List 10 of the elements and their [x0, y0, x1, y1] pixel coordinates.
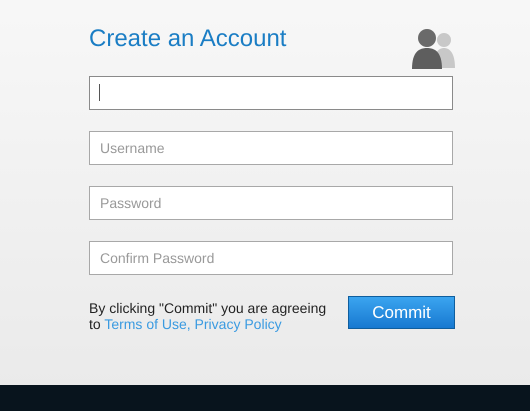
input-field[interactable]: Password: [89, 186, 453, 220]
terms-link[interactable]: Terms of Use, Privacy Policy: [104, 316, 282, 332]
input-field[interactable]: [89, 76, 453, 110]
users-icon: [411, 26, 455, 70]
agreement-text: By clicking "Commit" you are agreeing to Terms of Use, Privacy Policy: [89, 300, 328, 332]
input-field[interactable]: Confirm Password: [89, 241, 453, 275]
page-title: Create an Account: [89, 24, 286, 54]
commit-button[interactable]: Commit: [348, 296, 455, 329]
text-cursor: [99, 84, 100, 101]
input-field[interactable]: Username: [89, 131, 453, 165]
